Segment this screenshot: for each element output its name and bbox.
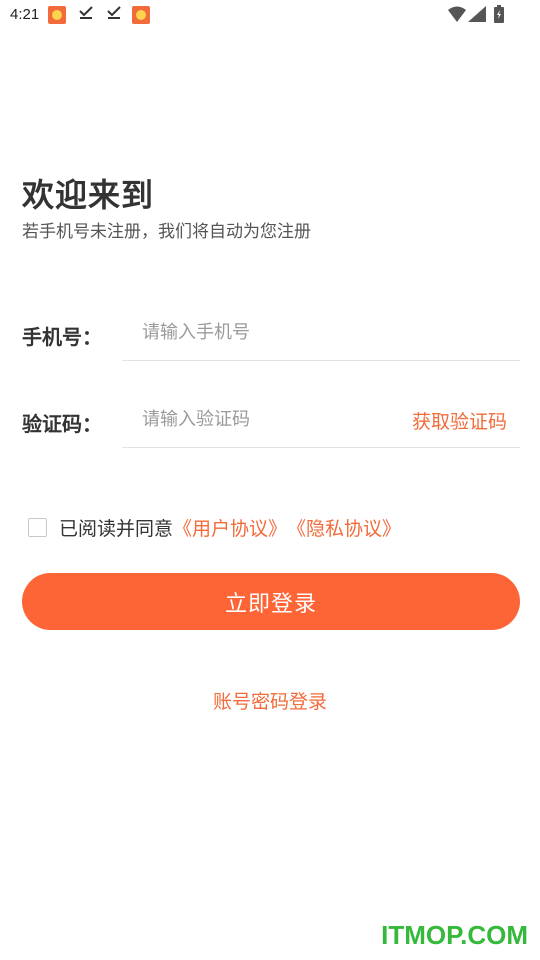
agree-text: 已阅读并同意 — [59, 518, 174, 540]
page-title: 欢迎来到 — [22, 176, 155, 214]
download-done-icon — [78, 4, 94, 24]
phone-input[interactable] — [122, 305, 520, 361]
app-notification-icon — [132, 6, 150, 24]
download-done-icon — [106, 4, 122, 24]
page-subtitle: 若手机号未注册，我们将自动为您注册 — [22, 222, 311, 242]
privacy-agreement-link[interactable]: 《隐私协议》 — [287, 514, 401, 541]
status-bar: 4:21 — [0, 0, 540, 32]
wifi-icon — [448, 6, 466, 26]
app-notification-icon — [48, 6, 66, 24]
code-label: 验证码： — [22, 412, 102, 436]
user-agreement-link[interactable]: 《用户协议》 — [173, 514, 287, 541]
phone-label: 手机号： — [22, 325, 102, 349]
battery-icon — [494, 5, 504, 27]
login-button[interactable]: 立即登录 — [22, 573, 520, 630]
status-time: 4:21 — [10, 6, 40, 23]
password-login-link[interactable]: 账号密码登录 — [0, 687, 540, 714]
agree-checkbox[interactable] — [28, 518, 47, 537]
agreement-row: 已阅读并同意 《用户协议》 《隐私协议》 — [28, 514, 401, 541]
get-code-button[interactable]: 获取验证码 — [412, 407, 507, 434]
watermark: ITMOP.COM — [381, 920, 528, 950]
signal-icon — [468, 6, 486, 26]
